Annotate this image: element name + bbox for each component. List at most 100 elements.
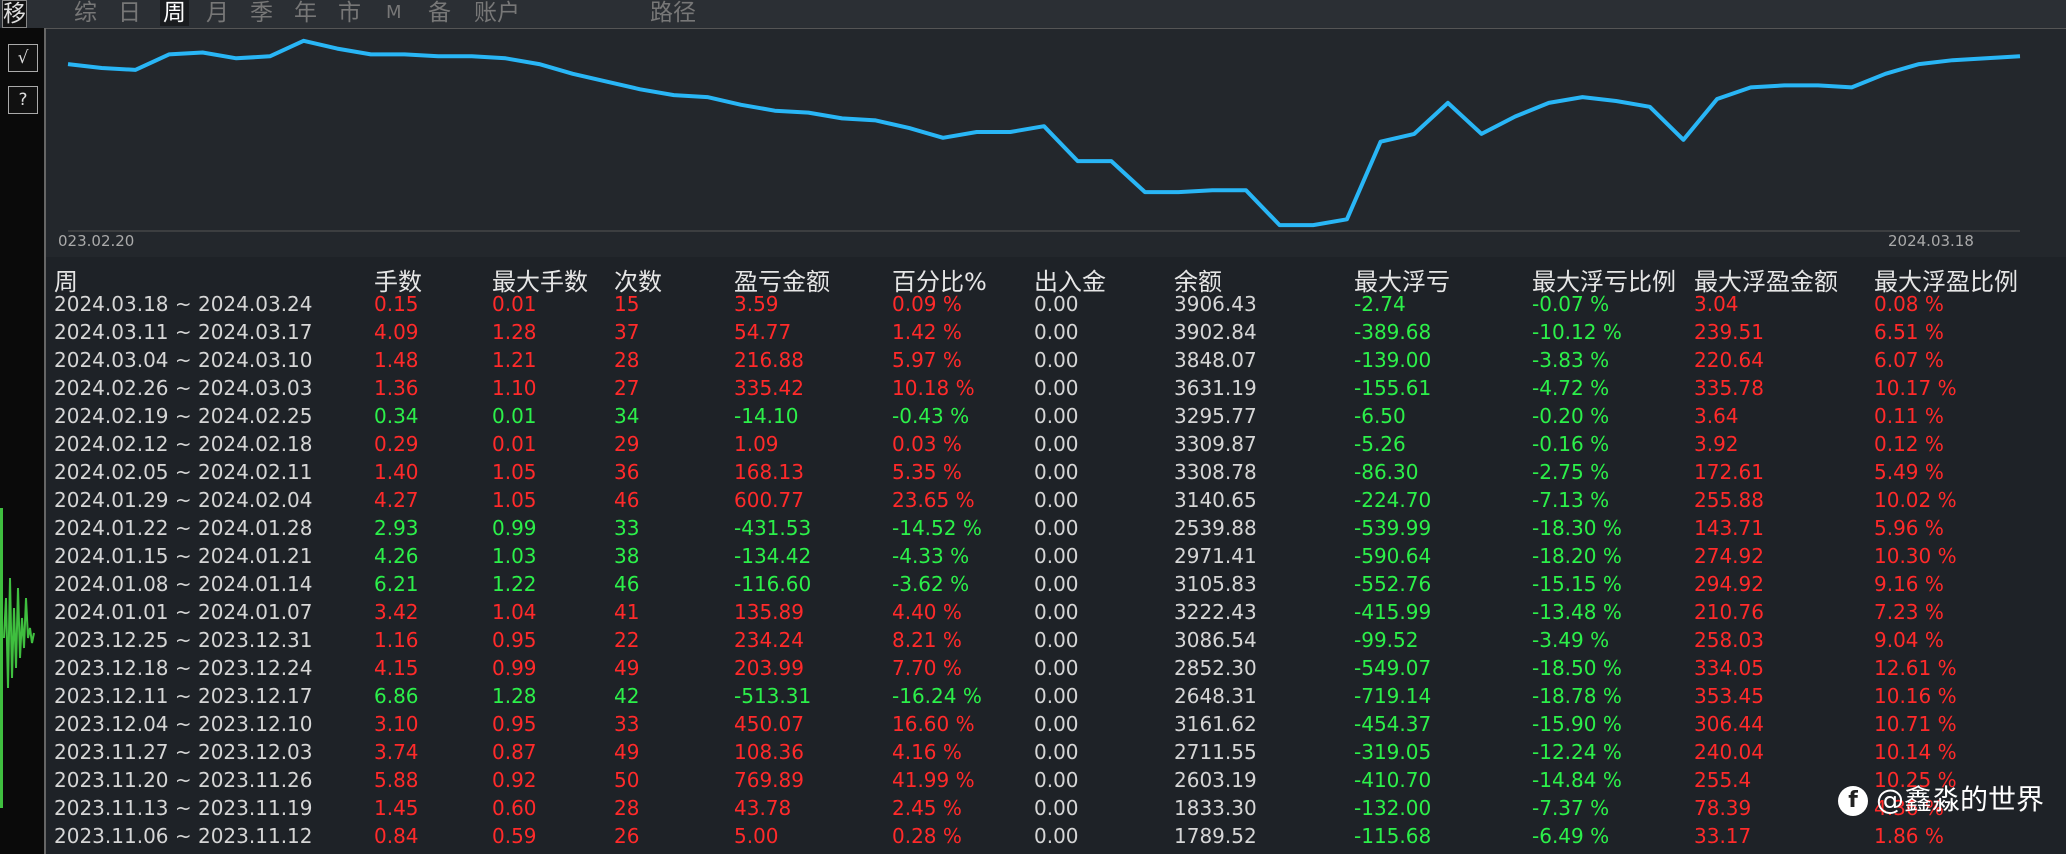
cell-max-lots: 0.60	[492, 796, 537, 820]
cell-flow: 0.00	[1034, 348, 1079, 372]
cell-lots: 3.74	[374, 740, 419, 764]
cell-max-lots: 1.22	[492, 572, 537, 596]
table-row[interactable]: 2024.02.12 ~ 2024.02.18 0.29 0.01 29 1.09 0.0…	[0, 430, 2066, 458]
tab-quarter[interactable]: 季	[250, 0, 273, 26]
tab-m[interactable]: M	[386, 0, 402, 26]
tab-summary[interactable]: 综	[74, 0, 97, 26]
cell-pnl: 769.89	[734, 768, 804, 792]
table-row[interactable]: 2024.01.22 ~ 2024.01.28 2.93 0.99 33 -431.53…	[0, 514, 2066, 542]
cell-max-lots: 0.99	[492, 656, 537, 680]
table-row[interactable]: 2023.11.20 ~ 2023.11.26 5.88 0.92 50 769.89 4…	[0, 766, 2066, 794]
cell-count: 34	[614, 404, 640, 428]
tab-account[interactable]: 账户	[474, 0, 520, 26]
cell-max-lots: 1.03	[492, 544, 537, 568]
cell-balance: 3086.54	[1174, 628, 1257, 652]
cell-week: 2024.01.29 ~ 2024.02.04	[54, 488, 313, 512]
cell-balance: 2648.31	[1174, 684, 1257, 708]
cell-balance: 3631.19	[1174, 376, 1257, 400]
cell-pct: 16.60 %	[892, 712, 975, 736]
help-button[interactable]: ?	[8, 86, 38, 114]
cell-max-gain: 274.92	[1694, 544, 1764, 568]
cell-max-gain-pct: 0.08 %	[1874, 292, 1944, 316]
cell-count: 28	[614, 348, 640, 372]
table-row[interactable]: 2023.11.13 ~ 2023.11.19 1.45 0.60 28 43.78 2.…	[0, 794, 2066, 822]
tab-day[interactable]: 日	[118, 0, 141, 26]
table-row[interactable]: 2023.11.27 ~ 2023.12.03 3.74 0.87 49 108.36 4…	[0, 738, 2066, 766]
tab-week[interactable]: 周	[160, 0, 189, 26]
cell-lots: 2.93	[374, 516, 419, 540]
cell-pnl: 1.09	[734, 432, 779, 456]
table-row[interactable]: 2024.02.26 ~ 2024.03.03 1.36 1.10 27 335.42 1…	[0, 374, 2066, 402]
cell-max-loss: -415.99	[1354, 600, 1432, 624]
cell-pct: 41.99 %	[892, 768, 975, 792]
cell-pnl: 108.36	[734, 740, 804, 764]
cell-week: 2024.01.15 ~ 2024.01.21	[54, 544, 313, 568]
cell-max-loss-pct: -13.48 %	[1532, 600, 1622, 624]
table-row[interactable]: 2024.01.15 ~ 2024.01.21 4.26 1.03 38 -134.42…	[0, 542, 2066, 570]
table-row[interactable]: 2023.12.11 ~ 2023.12.17 6.86 1.28 42 -513.31…	[0, 682, 2066, 710]
cell-lots: 4.09	[374, 320, 419, 344]
tab-path[interactable]: 路径	[650, 0, 696, 26]
table-row[interactable]: 2023.12.04 ~ 2023.12.10 3.10 0.95 33 450.07 1…	[0, 710, 2066, 738]
cell-max-gain: 239.51	[1694, 320, 1764, 344]
tab-market[interactable]: 市	[338, 0, 361, 26]
table-row[interactable]: 2024.01.01 ~ 2024.01.07 3.42 1.04 41 135.89 4…	[0, 598, 2066, 626]
table-row[interactable]: 2024.03.18 ~ 2024.03.24 0.15 0.01 15 3.59 0.0…	[0, 290, 2066, 318]
cell-flow: 0.00	[1034, 376, 1079, 400]
tab-note[interactable]: 备	[428, 0, 451, 26]
cell-lots: 5.88	[374, 768, 419, 792]
check-button[interactable]: √	[8, 44, 38, 72]
cell-max-gain: 220.64	[1694, 348, 1764, 372]
table-row[interactable]: 2023.11.06 ~ 2023.11.12 0.84 0.59 26 5.00 0.2…	[0, 822, 2066, 850]
cell-max-gain: 294.92	[1694, 572, 1764, 596]
tab-move[interactable]: 移	[2, 0, 27, 28]
cell-week: 2024.02.19 ~ 2024.02.25	[54, 404, 313, 428]
equity-chart	[46, 28, 2066, 257]
cell-week: 2023.11.20 ~ 2023.11.26	[54, 768, 313, 792]
cell-count: 41	[614, 600, 640, 624]
table-row[interactable]: 2024.01.29 ~ 2024.02.04 4.27 1.05 46 600.77 2…	[0, 486, 2066, 514]
cell-count: 49	[614, 740, 640, 764]
cell-max-loss-pct: -3.83 %	[1532, 348, 1610, 372]
cell-max-gain-pct: 0.12 %	[1874, 432, 1944, 456]
table-row[interactable]: 2024.03.04 ~ 2024.03.10 1.48 1.21 28 216.88 5…	[0, 346, 2066, 374]
cell-flow: 0.00	[1034, 824, 1079, 848]
cell-max-gain: 143.71	[1694, 516, 1764, 540]
cell-count: 46	[614, 572, 640, 596]
cell-max-loss: -319.05	[1354, 740, 1432, 764]
table-row[interactable]: 2023.12.25 ~ 2023.12.31 1.16 0.95 22 234.24 8…	[0, 626, 2066, 654]
tab-month[interactable]: 月	[206, 0, 229, 26]
watermark: f @鑫淼的世界	[1837, 778, 2044, 818]
tab-year[interactable]: 年	[294, 0, 317, 26]
cell-balance: 3161.62	[1174, 712, 1257, 736]
cell-max-gain: 255.88	[1694, 488, 1764, 512]
cell-max-lots: 0.92	[492, 768, 537, 792]
cell-max-loss: -590.64	[1354, 544, 1432, 568]
cell-max-lots: 0.01	[492, 432, 537, 456]
table-row[interactable]: 2024.02.05 ~ 2024.02.11 1.40 1.05 36 168.13 5…	[0, 458, 2066, 486]
cell-balance: 3222.43	[1174, 600, 1257, 624]
cell-lots: 4.26	[374, 544, 419, 568]
cell-pct: -3.62 %	[892, 572, 970, 596]
cell-max-gain: 210.76	[1694, 600, 1764, 624]
cell-max-loss: -552.76	[1354, 572, 1432, 596]
table-row[interactable]: 2023.12.18 ~ 2023.12.24 4.15 0.99 49 203.99 7…	[0, 654, 2066, 682]
table-row[interactable]: 2024.02.19 ~ 2024.02.25 0.34 0.01 34 -14.10 -…	[0, 402, 2066, 430]
cell-week: 2024.03.04 ~ 2024.03.10	[54, 348, 313, 372]
cell-count: 33	[614, 516, 640, 540]
cell-pnl: 600.77	[734, 488, 804, 512]
cell-max-gain-pct: 9.16 %	[1874, 572, 1944, 596]
cell-max-gain-pct: 10.30 %	[1874, 544, 1957, 568]
table-row[interactable]: 2024.03.11 ~ 2024.03.17 4.09 1.28 37 54.77 1.…	[0, 318, 2066, 346]
cell-flow: 0.00	[1034, 796, 1079, 820]
cell-max-gain: 255.4	[1694, 768, 1752, 792]
cell-lots: 1.45	[374, 796, 419, 820]
cell-count: 36	[614, 460, 640, 484]
cell-flow: 0.00	[1034, 628, 1079, 652]
cell-max-loss-pct: -3.49 %	[1532, 628, 1610, 652]
cell-flow: 0.00	[1034, 460, 1079, 484]
cell-lots: 3.42	[374, 600, 419, 624]
table-row[interactable]: 2024.01.08 ~ 2024.01.14 6.21 1.22 46 -116.60…	[0, 570, 2066, 598]
cell-max-loss: -410.70	[1354, 768, 1432, 792]
period-toolbar: 移 综 日 周 月 季 年 市 M 备 账户 路径	[0, 0, 2066, 29]
